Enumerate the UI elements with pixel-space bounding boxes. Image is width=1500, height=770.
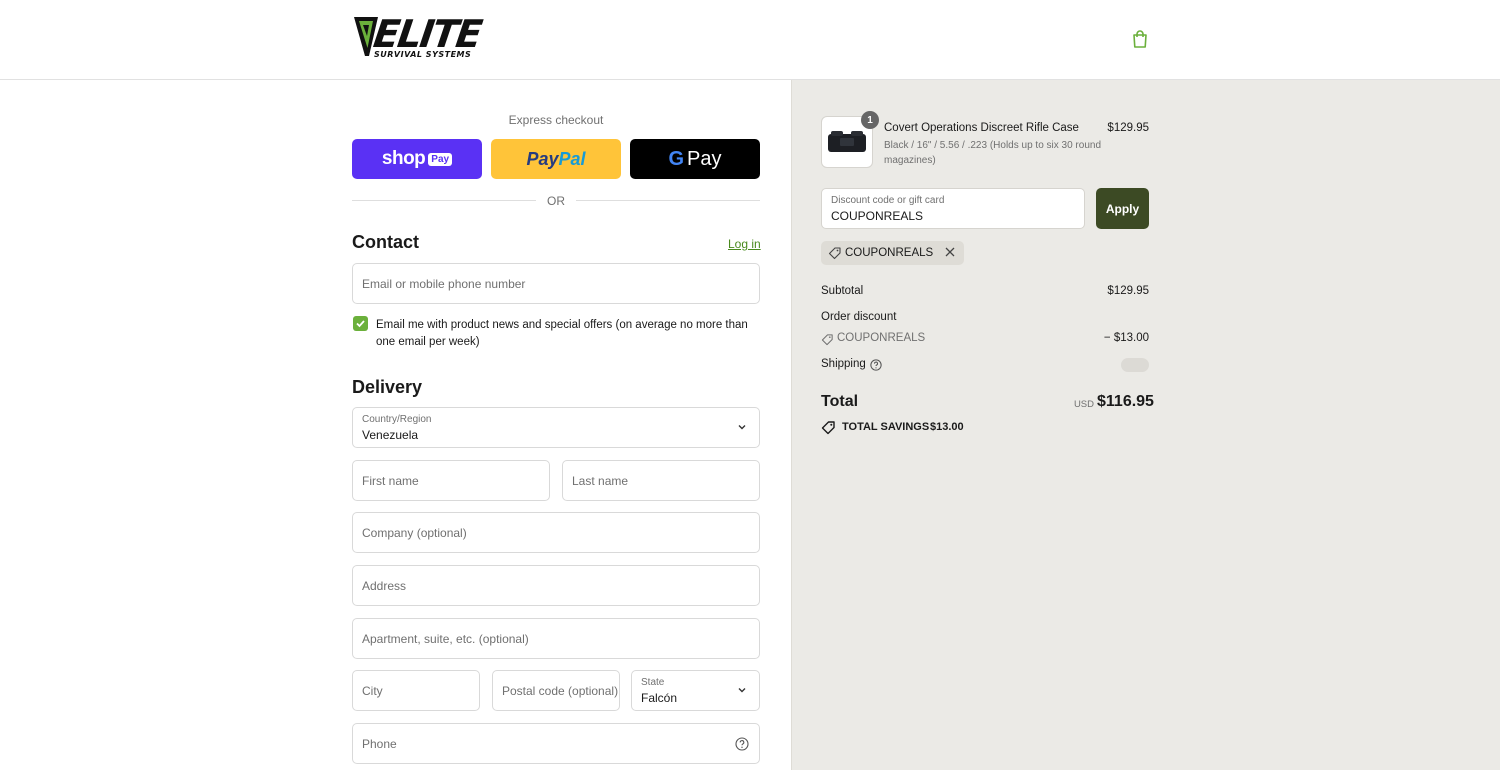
or-divider-text: OR xyxy=(547,194,565,208)
discount-code-row: COUPONREALS − $13.00 xyxy=(821,332,1149,346)
total-savings-label: TOTAL SAVINGS xyxy=(842,421,930,433)
subtotal-label: Subtotal xyxy=(821,285,864,297)
city-placeholder: City xyxy=(362,684,383,698)
contact-heading: Contact xyxy=(352,232,419,252)
divider-right xyxy=(576,200,760,201)
last-name-field[interactable]: Last name xyxy=(562,460,760,501)
login-link[interactable]: Log in xyxy=(728,237,761,251)
shoppay-badge: Pay xyxy=(428,152,453,166)
product-price: $129.95 xyxy=(1107,122,1149,134)
logo-tagline: SURVIVAL SYSTEMS xyxy=(374,50,472,59)
tag-icon xyxy=(821,334,833,346)
applied-discount-code: COUPONREALS xyxy=(845,247,934,259)
apply-discount-button[interactable]: Apply xyxy=(1096,188,1149,229)
apartment-placeholder: Apartment, suite, etc. (optional) xyxy=(362,632,529,646)
city-field[interactable]: City xyxy=(352,670,480,711)
email-placeholder: Email or mobile phone number xyxy=(362,277,526,291)
address-field[interactable]: Address xyxy=(352,565,760,606)
subtotal-value: $129.95 xyxy=(1107,285,1149,297)
phone-field[interactable]: Phone xyxy=(352,723,760,764)
apartment-field[interactable]: Apartment, suite, etc. (optional) xyxy=(352,618,760,659)
express-checkout-label: Express checkout xyxy=(508,113,604,127)
marketing-optin-checkbox[interactable] xyxy=(353,316,368,331)
order-discount-row: Order discount xyxy=(821,311,1149,323)
currency-code: USD xyxy=(1073,399,1094,410)
email-field[interactable]: Email or mobile phone number xyxy=(352,263,760,304)
country-value: Venezuela xyxy=(362,428,419,442)
paypal-button[interactable]: Pay Pal xyxy=(491,139,621,179)
total-label: Total xyxy=(821,393,859,410)
remove-discount-close-icon[interactable] xyxy=(944,246,956,258)
shoppay-text: shop xyxy=(381,148,426,169)
last-name-placeholder: Last name xyxy=(572,474,629,488)
savings-tag-icon xyxy=(821,421,835,435)
company-placeholder: Company (optional) xyxy=(362,526,467,540)
order-discount-label: Order discount xyxy=(821,311,897,323)
checkmark-icon xyxy=(356,320,365,328)
shipping-loading-placeholder xyxy=(1121,358,1149,372)
discount-code-field[interactable]: Discount code or gift card COUPONREALS xyxy=(821,188,1085,229)
delivery-heading: Delivery xyxy=(352,377,423,397)
google-g-icon: G xyxy=(668,147,685,170)
shipping-label: Shipping xyxy=(821,358,866,370)
help-circle-icon[interactable] xyxy=(735,737,749,751)
postal-code-placeholder: Postal code (optional) xyxy=(502,684,619,698)
country-label: Country/Region xyxy=(362,414,432,425)
subtotal-row: Subtotal $129.95 xyxy=(821,285,1149,297)
divider-left xyxy=(352,200,536,201)
tag-icon xyxy=(828,247,841,260)
header: ELITE SURVIVAL SYSTEMS xyxy=(0,0,1500,80)
applied-discount-tag: COUPONREALS xyxy=(821,241,965,265)
phone-placeholder: Phone xyxy=(362,737,397,751)
total-savings-value: $13.00 xyxy=(930,421,964,433)
shop-pay-button[interactable]: shop Pay xyxy=(352,139,482,179)
state-value: Falcón xyxy=(641,691,678,705)
product-name: Covert Operations Discreet Rifle Case xyxy=(884,122,1079,134)
company-field[interactable]: Company (optional) xyxy=(352,512,760,553)
first-name-field[interactable]: First name xyxy=(352,460,550,501)
paypal-text-1: Pay xyxy=(526,148,559,169)
product-variant: Black / 16" / 5.56 / .223 (Holds up to s… xyxy=(884,140,1102,166)
elite-survival-systems-logo[interactable]: ELITE SURVIVAL SYSTEMS xyxy=(352,12,498,62)
state-select[interactable]: State Falcón xyxy=(631,670,760,711)
total-value: $116.95 xyxy=(1097,393,1154,410)
marketing-optin-label: Email me with product news and special o… xyxy=(376,319,748,348)
discount-label: Discount code or gift card xyxy=(831,195,945,206)
help-circle-icon[interactable] xyxy=(870,359,882,371)
chevron-down-icon xyxy=(738,688,746,693)
chevron-down-icon xyxy=(738,425,746,430)
country-select[interactable]: Country/Region Venezuela xyxy=(352,407,760,448)
address-placeholder: Address xyxy=(362,579,407,593)
state-label: State xyxy=(641,677,665,688)
discount-value: COUPONREALS xyxy=(831,209,924,223)
paypal-text-2: Pal xyxy=(558,148,586,169)
discount-code-name: COUPONREALS xyxy=(837,332,926,344)
shipping-row: Shipping xyxy=(821,358,1149,372)
gpay-text: Pay xyxy=(687,147,722,170)
postal-code-field[interactable]: Postal code (optional) xyxy=(492,670,620,711)
quantity-badge: 1 xyxy=(861,111,879,129)
first-name-placeholder: First name xyxy=(362,474,419,488)
google-pay-button[interactable]: G Pay xyxy=(630,139,760,179)
shopping-bag-icon[interactable] xyxy=(1130,29,1150,49)
discount-amount: − $13.00 xyxy=(1103,332,1149,344)
